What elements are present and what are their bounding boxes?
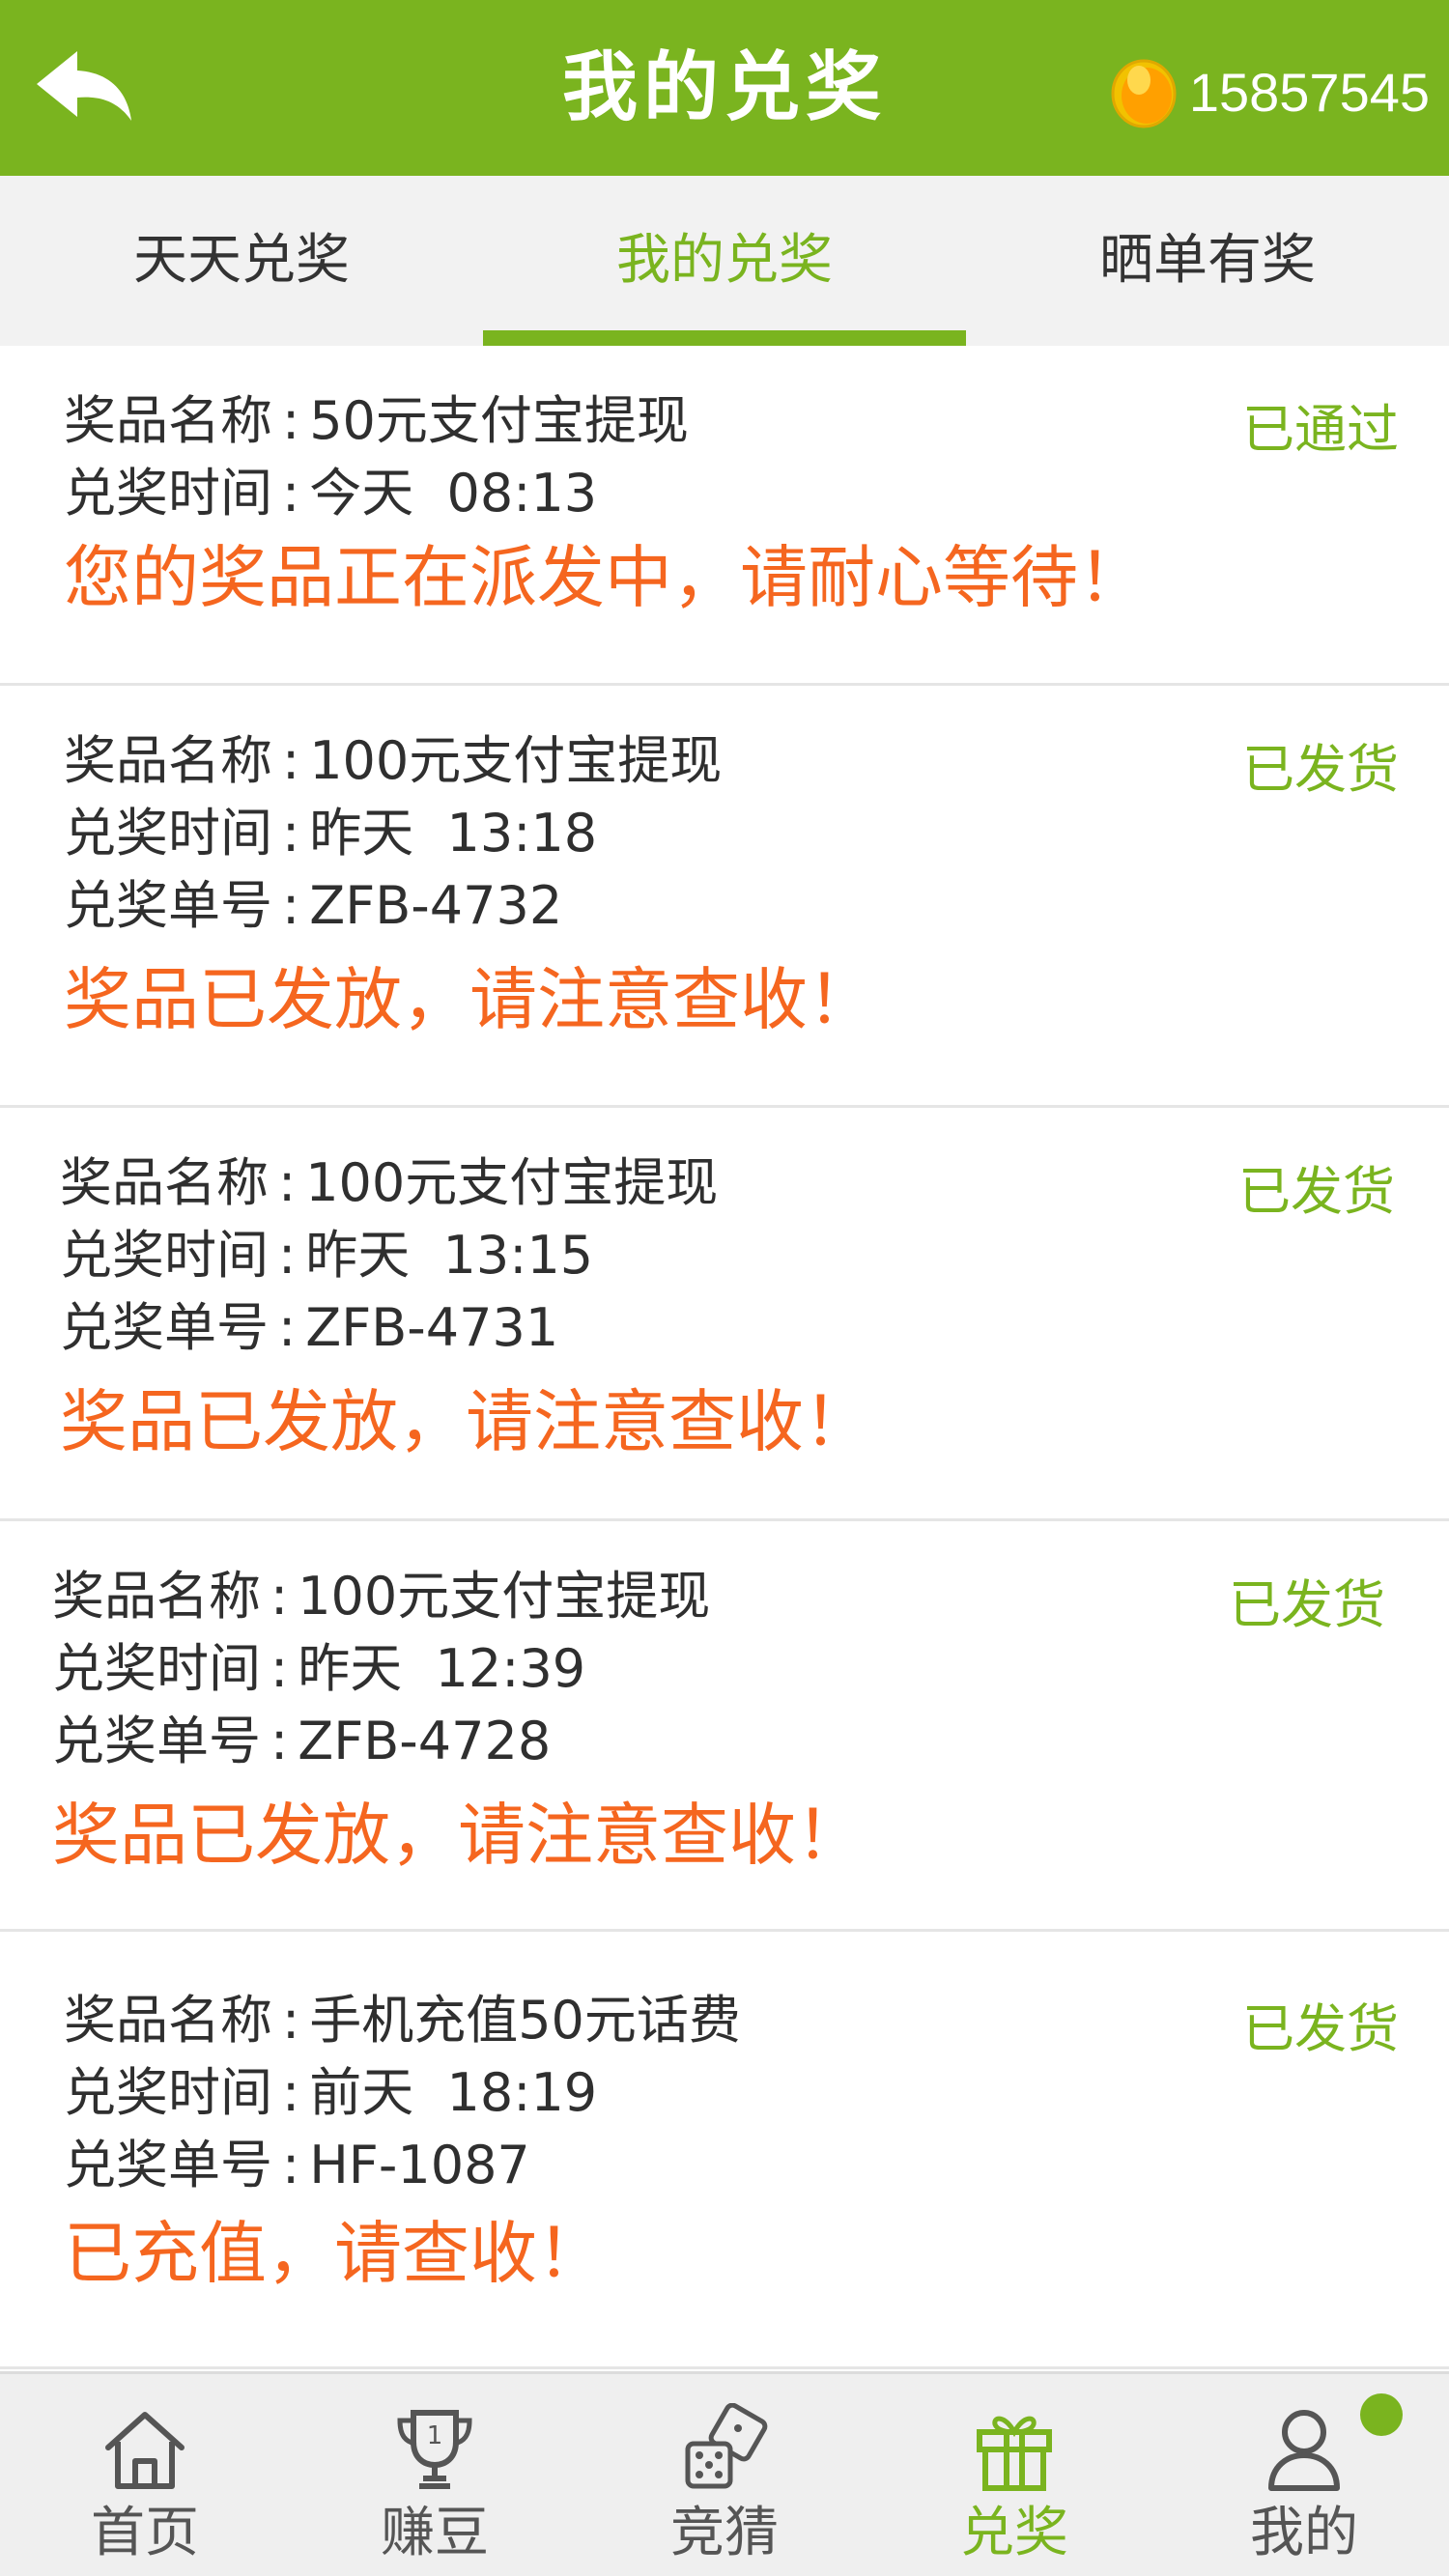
redeem-record[interactable]: 已发货 奖品名称:100元支付宝提现 兑奖时间: 昨天 13:15 兑奖单号: ZF… [0,1108,1449,1521]
prize-name-value: 100元支付宝提现 [309,730,723,791]
prize-name-value: 100元支付宝提现 [305,1152,719,1213]
prize-name-value: 50元支付宝提现 [309,390,689,451]
redeem-time-value: 昨天 13:18 [309,803,598,863]
order-number-row: 兑奖单号: HF-1087 [64,2129,1399,2201]
prize-name-label: 奖品名称 [64,1990,272,2051]
redeem-time-label: 兑奖时间 [64,2062,272,2123]
prize-name-row: 奖品名称:100元支付宝提现 [64,724,1399,797]
colon: : [282,390,300,451]
redeem-record[interactable]: 已发货 奖品名称:100元支付宝提现 兑奖时间: 昨天 12:39 兑奖单号: ZF… [0,1521,1449,1932]
status-badge: 已发货 [1242,739,1399,800]
nav-item-guess[interactable]: 竞猜 [580,2374,869,2576]
redeem-time-row: 兑奖时间: 昨天 12:39 [52,1632,1385,1705]
status-badge: 已发货 [1238,1161,1395,1222]
prize-name-label: 奖品名称 [64,390,272,451]
status-message: 奖品已发放，请注意查收！ [60,1382,871,1461]
prize-name-row: 奖品名称: 手机充值50元话费 [64,1984,1399,2056]
colon: : [282,730,300,791]
nav-label-home: 首页 [91,2502,199,2564]
nav-label-mine: 我的 [1250,2502,1358,2564]
nav-item-earn[interactable]: 1 赚豆 [290,2374,580,2576]
redeem-record[interactable]: 已发货 奖品名称: 手机充值50元话费 兑奖时间: 前天 18:19 兑奖单号: HF… [0,1932,1449,2369]
redeem-record[interactable]: 已发货 奖品名称:100元支付宝提现 兑奖时间: 昨天 13:18 兑奖单号: ZF… [0,686,1449,1108]
redeem-time-value: 昨天 13:15 [305,1225,594,1286]
prize-name-label: 奖品名称 [60,1152,269,1213]
redeem-time-label: 兑奖时间 [64,463,272,524]
prize-name-label: 奖品名称 [64,730,272,791]
colon: : [282,2062,300,2123]
coin-icon [1110,55,1178,128]
nav-item-home[interactable]: 首页 [0,2374,290,2576]
prize-name-value: 手机充值50元话费 [309,1990,741,2051]
redeem-time-value: 前天 18:19 [309,2062,598,2123]
header-bar: 我的兑奖 15857545 [0,0,1449,176]
tab-daily-redeem[interactable]: 天天兑奖 [0,176,483,346]
colon: : [278,1152,297,1213]
colon: : [270,1711,289,1771]
svg-text:1: 1 [427,2421,443,2450]
colon: : [282,2135,300,2195]
trophy-icon: 1 [388,2403,481,2496]
bottom-nav-bar: 首页 1 赚豆 竞猜 兑奖 我的 [0,2371,1449,2576]
tab-bar: 天天兑奖 我的兑奖 晒单有奖 [0,176,1449,346]
colon: : [282,803,300,863]
redeem-time-row: 兑奖时间: 昨天 13:15 [60,1219,1395,1291]
status-badge: 已发货 [1242,1998,1399,2059]
status-badge: 已通过 [1242,399,1399,460]
nav-label-guess: 竞猜 [670,2502,779,2564]
order-number-label: 兑奖单号 [64,875,272,936]
coin-count: 15857545 [1188,61,1430,123]
redeem-time-value: 昨天 12:39 [298,1638,586,1699]
status-message: 奖品已发放，请注意查收！ [52,1796,864,1875]
nav-item-mine[interactable]: 我的 [1159,2374,1449,2576]
app-root: 我的兑奖 15857545 天天兑奖 我的兑奖 晒单有奖 已通过 奖品名称:50… [0,0,1449,2576]
colon: : [270,1566,289,1627]
order-number-value: HF-1087 [309,2135,530,2195]
order-number-label: 兑奖单号 [64,2135,272,2195]
colon: : [278,1225,297,1286]
order-number-row: 兑奖单号: ZFB-4732 [64,869,1399,942]
prize-name-row: 奖品名称:50元支付宝提现 [64,384,1399,457]
redeem-time-row: 兑奖时间: 今天 08:13 [64,457,1399,529]
redeem-time-row: 兑奖时间: 前天 18:19 [64,2056,1399,2129]
nav-label-earn: 赚豆 [381,2502,489,2564]
gift-icon [968,2403,1061,2496]
prize-name-row: 奖品名称:100元支付宝提现 [52,1560,1385,1632]
user-icon [1258,2403,1350,2496]
redeem-time-value: 今天 08:13 [309,463,598,524]
colon: : [282,463,300,524]
status-message: 您的奖品正在派发中，请耐心等待！ [64,538,1146,617]
dice-icon [678,2403,771,2496]
order-number-label: 兑奖单号 [60,1297,269,1358]
redeem-record-list: 已通过 奖品名称:50元支付宝提现 兑奖时间: 今天 08:13 您的奖品正在派发… [0,346,1449,2369]
redeem-time-label: 兑奖时间 [52,1638,261,1699]
order-number-row: 兑奖单号: ZFB-4731 [60,1291,1395,1364]
tab-share-reward[interactable]: 晒单有奖 [966,176,1449,346]
status-message: 奖品已发放，请注意查收！ [64,960,875,1039]
prize-name-label: 奖品名称 [52,1566,261,1627]
colon: : [270,1638,289,1699]
order-number-value: ZFB-4732 [309,875,563,936]
prize-name-row: 奖品名称:100元支付宝提现 [60,1146,1395,1219]
status-message: 已充值，请查收！ [64,2214,605,2293]
notification-dot [1360,2393,1403,2436]
redeem-record[interactable]: 已通过 奖品名称:50元支付宝提现 兑奖时间: 今天 08:13 您的奖品正在派发… [0,346,1449,686]
colon: : [282,875,300,936]
home-icon [99,2403,191,2496]
status-badge: 已发货 [1229,1574,1385,1635]
order-number-row: 兑奖单号: ZFB-4728 [52,1705,1385,1777]
redeem-time-row: 兑奖时间: 昨天 13:18 [64,797,1399,869]
nav-item-redeem[interactable]: 兑奖 [869,2374,1159,2576]
order-number-value: ZFB-4731 [305,1297,559,1358]
order-number-value: ZFB-4728 [298,1711,552,1771]
nav-label-redeem: 兑奖 [960,2502,1068,2564]
colon: : [282,1990,300,2051]
colon: : [278,1297,297,1358]
tab-my-redeem[interactable]: 我的兑奖 [483,176,966,346]
prize-name-value: 100元支付宝提现 [298,1566,711,1627]
redeem-time-label: 兑奖时间 [64,803,272,863]
coin-balance: 15857545 [1110,48,1430,135]
order-number-label: 兑奖单号 [52,1711,261,1771]
redeem-time-label: 兑奖时间 [60,1225,269,1286]
